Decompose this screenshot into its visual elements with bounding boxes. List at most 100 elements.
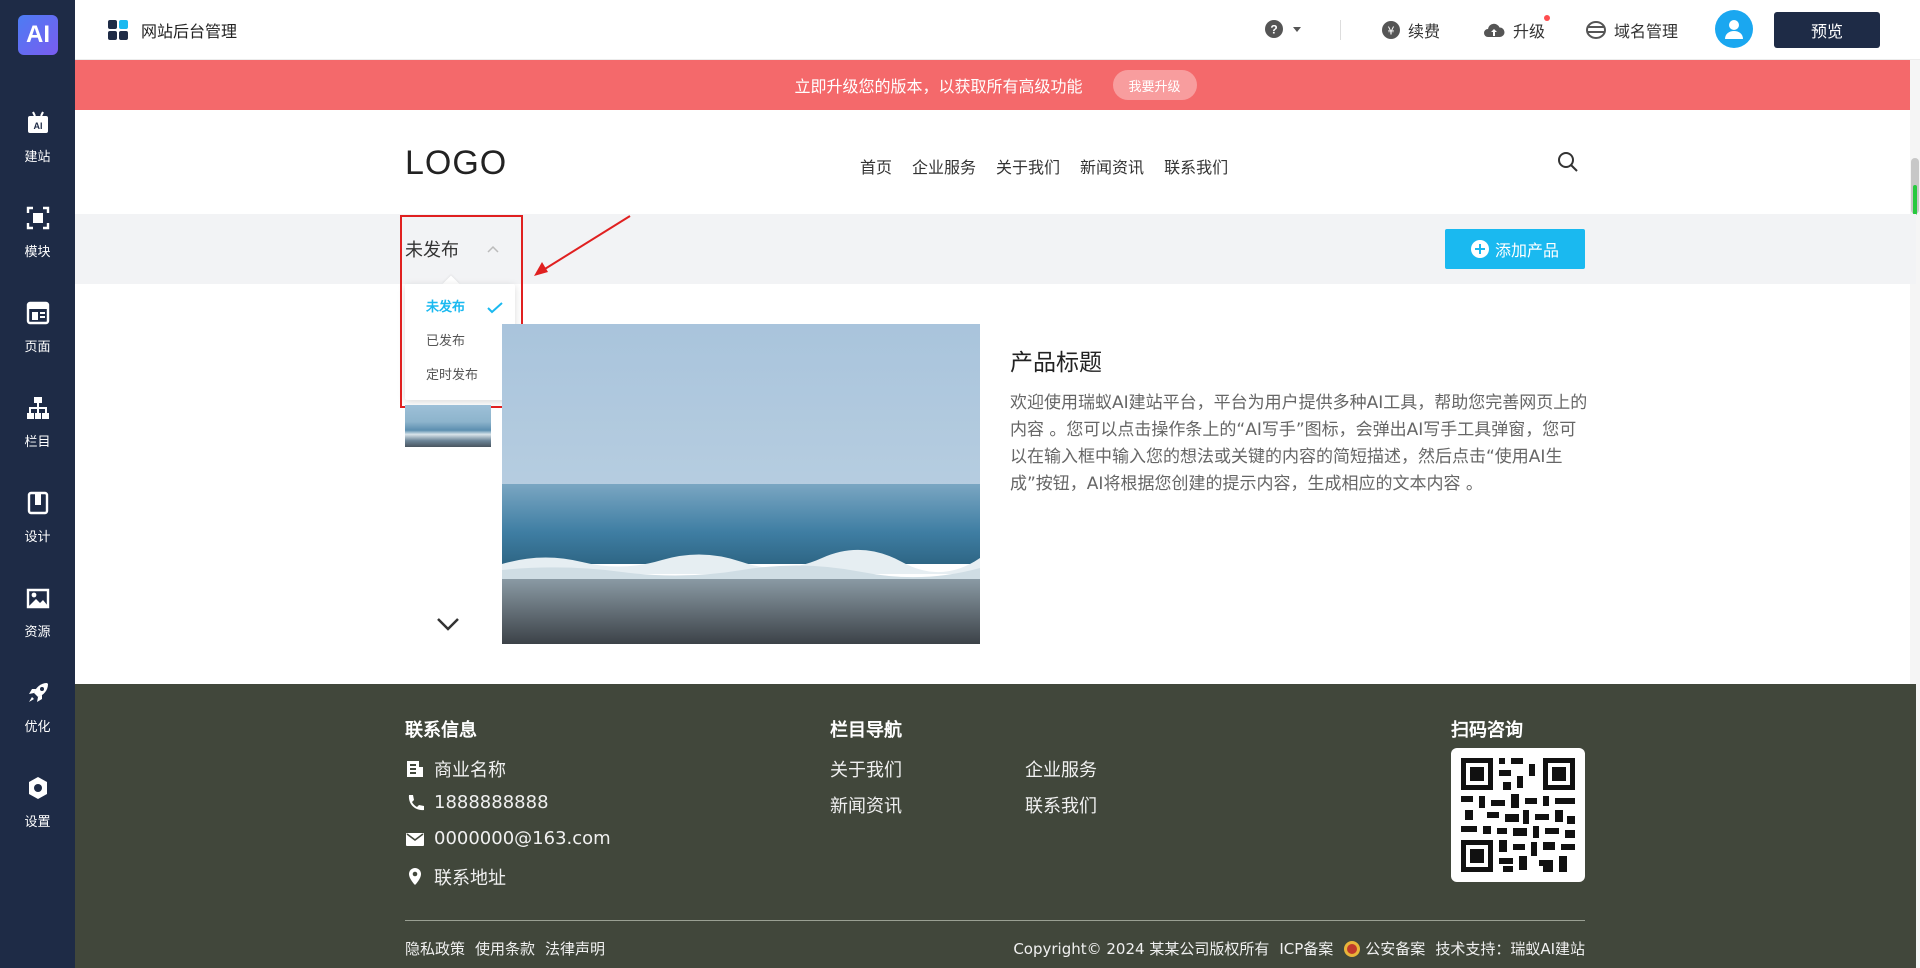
divider	[1340, 20, 1341, 40]
sidebar-item-resource[interactable]: 资源	[0, 575, 75, 655]
page-icon	[26, 301, 49, 325]
legal-notice-link[interactable]: 法律声明	[545, 938, 605, 959]
domain-globe-icon	[1586, 21, 1606, 39]
caret-down-icon	[1293, 27, 1301, 32]
sidebar-item-label: 设置	[24, 815, 51, 830]
notification-dot	[1544, 15, 1550, 21]
footer-phone: 1888888888	[405, 792, 549, 813]
rocket-icon	[28, 683, 48, 702]
renew-label: 续费	[1408, 22, 1441, 41]
footer-qr-heading: 扫码咨询	[1451, 720, 1523, 741]
sitemap-icon	[26, 397, 49, 419]
sea-image	[502, 324, 980, 644]
footer-divider	[405, 920, 1585, 921]
sidebar-item-label: 设计	[24, 530, 51, 545]
add-product-button[interactable]: 添加产品	[1445, 229, 1585, 269]
yen-icon: ¥	[1382, 21, 1400, 39]
upgrade-now-button[interactable]: 我要升级	[1112, 70, 1197, 100]
product-title: 产品标题	[1010, 350, 1102, 376]
search-icon[interactable]	[1557, 151, 1579, 173]
settings-icon	[28, 777, 47, 799]
copyright-text: Copyright© 2024 某某公司版权所有	[1013, 940, 1270, 958]
footer-nav-heading: 栏目导航	[830, 720, 902, 741]
upgrade-link[interactable]: 升级	[1483, 18, 1545, 42]
scroll-indicator	[1913, 185, 1917, 215]
sidebar-item-module[interactable]: 模块	[0, 195, 75, 275]
footer-copyright: Copyright© 2024 某某公司版权所有 ICP备案 公安备案 技术支持…	[985, 938, 1585, 959]
sidebar-item-column[interactable]: 栏目	[0, 385, 75, 465]
image-resource-icon	[26, 588, 49, 609]
banner-text: 立即升级您的版本，以获取所有高级功能	[794, 77, 1083, 96]
user-icon	[1725, 20, 1743, 39]
design-icon	[27, 491, 48, 515]
filter-bar	[75, 214, 1916, 284]
footer-address: 联系地址	[405, 864, 506, 890]
help-button[interactable]: ?	[1265, 20, 1303, 38]
qr-code-image	[1461, 758, 1575, 872]
product-main-image	[502, 324, 980, 644]
sidebar-item-optimize[interactable]: 优化	[0, 670, 75, 750]
domain-label: 域名管理	[1614, 22, 1679, 41]
svg-text:AI: AI	[33, 121, 42, 131]
nav-services[interactable]: 企业服务	[912, 154, 976, 178]
sidebar-item-label: 建站	[24, 150, 51, 165]
tech-support-text: 技术支持：瑞蚁AI建站	[1435, 940, 1585, 958]
nav-home[interactable]: 首页	[860, 154, 892, 178]
add-product-label: 添加产品	[1494, 241, 1559, 260]
module-icon	[26, 206, 49, 230]
question-icon: ?	[1265, 20, 1283, 38]
dashboard-grid-icon	[108, 20, 128, 40]
app-logo[interactable]: AI	[18, 15, 58, 55]
sidebar-item-label: 优化	[24, 720, 51, 735]
upgrade-label: 升级	[1513, 22, 1546, 41]
plus-circle-icon	[1470, 240, 1489, 258]
svg-text:?: ?	[1270, 23, 1277, 37]
domain-link[interactable]: 域名管理	[1586, 18, 1678, 42]
sidebar-item-label: 页面	[24, 340, 51, 355]
address-text: 联系地址	[434, 868, 506, 889]
footer-nav-services[interactable]: 企业服务	[1025, 756, 1097, 782]
nav-contact[interactable]: 联系我们	[1164, 154, 1228, 178]
phone-number: 1888888888	[434, 792, 549, 813]
privacy-policy-link[interactable]: 隐私政策	[405, 938, 465, 959]
renew-link[interactable]: ¥ 续费	[1382, 18, 1440, 42]
sidebar-item-label: 资源	[24, 625, 51, 640]
police-badge-icon	[1344, 940, 1361, 957]
cloud-upload-icon	[1484, 23, 1505, 37]
footer-nav-about[interactable]: 关于我们	[830, 756, 902, 782]
sidebar-item-design[interactable]: 设计	[0, 480, 75, 560]
footer-contact-heading: 联系信息	[405, 720, 477, 741]
svg-text:¥: ¥	[1388, 25, 1395, 38]
site-logo[interactable]: LOGO	[405, 144, 507, 183]
nav-news[interactable]: 新闻资讯	[1080, 154, 1144, 178]
footer-nav-contact[interactable]: 联系我们	[1025, 792, 1097, 818]
preview-button[interactable]: 预览	[1774, 12, 1880, 48]
police-record-link[interactable]: 公安备案	[1365, 938, 1425, 959]
building-icon	[407, 761, 423, 777]
sidebar-item-settings[interactable]: 设置	[0, 765, 75, 845]
qr-code	[1451, 748, 1585, 882]
sidebar-item-page[interactable]: 页面	[0, 290, 75, 370]
footer-nav-news[interactable]: 新闻资讯	[830, 792, 902, 818]
chevron-down-icon[interactable]	[435, 616, 461, 632]
sidebar-item-build[interactable]: AI 建站	[0, 100, 75, 180]
user-avatar[interactable]	[1715, 10, 1753, 48]
site-nav: 首页 企业服务 关于我们 新闻资讯 联系我们	[860, 154, 1248, 178]
footer-email: 0000000@163.com	[405, 828, 611, 849]
mail-icon	[406, 832, 424, 846]
icp-link[interactable]: ICP备案	[1279, 938, 1333, 959]
sidebar-item-label: 栏目	[24, 435, 51, 450]
top-bar: 网站后台管理 ? ¥ 续费 升级 域名管理 预览	[75, 0, 1920, 60]
product-description: 欢迎使用瑞蚁AI建站平台，平台为用户提供多种AI工具，帮助您完善网页上的内容 。…	[1010, 393, 1588, 494]
footer-legal-links: 隐私政策 使用条款 法律声明	[405, 938, 615, 959]
nav-about[interactable]: 关于我们	[996, 154, 1060, 178]
email-address: 0000000@163.com	[434, 828, 611, 849]
terms-of-use-link[interactable]: 使用条款	[475, 938, 535, 959]
phone-icon	[408, 794, 424, 810]
product-thumbnail[interactable]	[405, 405, 491, 447]
ai-build-icon: AI	[27, 111, 48, 133]
footer-company: 商业名称	[405, 756, 506, 782]
site-footer	[75, 684, 1916, 968]
upgrade-banner: 立即升级您的版本，以获取所有高级功能 我要升级	[75, 60, 1916, 110]
sidebar-item-label: 模块	[24, 245, 51, 260]
